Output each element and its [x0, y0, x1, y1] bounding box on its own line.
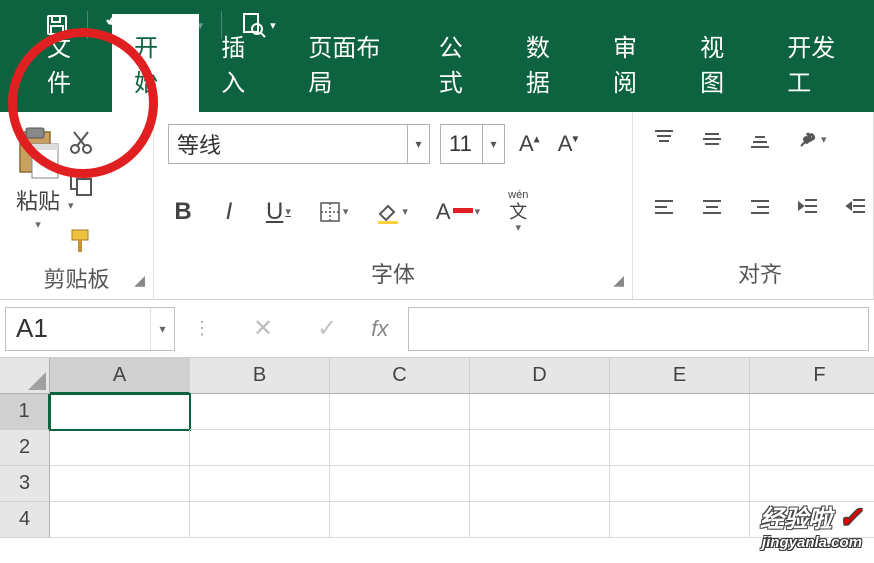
cell-E2[interactable] [610, 430, 750, 466]
col-header[interactable]: A [50, 358, 190, 394]
decrease-indent-icon[interactable] [791, 192, 825, 222]
chevron-down-icon[interactable]: ▾ [150, 308, 174, 350]
increase-font-icon[interactable]: A▴ [515, 131, 544, 157]
cell-B3[interactable] [190, 466, 330, 502]
align-group: ab▾ 对齐 [633, 112, 874, 299]
font-group-label: 字体 [371, 257, 415, 289]
bold-button[interactable]: B [168, 194, 198, 230]
tab-view[interactable]: 视图 [678, 14, 765, 112]
cell-F1[interactable] [750, 394, 874, 430]
format-painter-icon[interactable] [68, 228, 94, 254]
cell-F4[interactable] [750, 502, 874, 538]
align-right-icon[interactable] [743, 192, 777, 222]
copy-icon[interactable]: ▾ [68, 170, 94, 214]
confirm-icon[interactable]: ✓ [295, 314, 359, 343]
col-header[interactable]: D [470, 358, 610, 394]
phonetic-button[interactable]: wén文▾ [502, 186, 534, 238]
cell-C4[interactable] [330, 502, 470, 538]
italic-button[interactable]: I [214, 194, 244, 230]
tab-file[interactable]: 文件 [25, 14, 112, 112]
tab-data[interactable]: 数据 [504, 14, 591, 112]
col-header[interactable]: C [330, 358, 470, 394]
tab-layout[interactable]: 页面布局 [286, 14, 416, 112]
cell-E4[interactable] [610, 502, 750, 538]
dialog-launcher-icon[interactable]: ◢ [613, 272, 624, 289]
cell-B1[interactable] [190, 394, 330, 430]
cell-E1[interactable] [610, 394, 750, 430]
fill-color-button[interactable]: ▾ [370, 196, 414, 228]
paste-button[interactable]: 粘贴 ▾ [14, 126, 62, 231]
dialog-launcher-icon[interactable]: ◢ [134, 272, 145, 289]
cell-C3[interactable] [330, 466, 470, 502]
font-color-button[interactable]: A▾ [430, 195, 486, 229]
cell-B4[interactable] [190, 502, 330, 538]
name-box-value: A1 [16, 313, 48, 344]
align-middle-icon[interactable] [695, 124, 729, 154]
cell-A3[interactable] [50, 466, 190, 502]
tab-developer[interactable]: 开发工 [765, 14, 874, 112]
cell-C2[interactable] [330, 430, 470, 466]
cell-A4[interactable] [50, 502, 190, 538]
align-bottom-icon[interactable] [743, 124, 777, 154]
underline-button[interactable]: U▾ [260, 194, 297, 230]
cell-B2[interactable] [190, 430, 330, 466]
chevron-down-icon[interactable]: ▾ [35, 218, 41, 231]
clipboard-group: 粘贴 ▾ ▾ 剪贴板 ◢ [0, 112, 154, 299]
cancel-icon[interactable]: ✕ [231, 314, 295, 343]
row-header[interactable]: 1 [0, 394, 50, 430]
font-size-combo[interactable]: 11 ▾ [440, 124, 505, 164]
row-header[interactable]: 2 [0, 430, 50, 466]
font-name-value: 等线 [177, 128, 221, 160]
select-all-corner[interactable] [0, 358, 50, 394]
align-center-icon[interactable] [695, 192, 729, 222]
increase-indent-icon[interactable] [839, 192, 873, 222]
tab-formula[interactable]: 公式 [417, 14, 504, 112]
align-group-label: 对齐 [738, 257, 782, 289]
grip-icon: ⋮ [175, 318, 231, 339]
chevron-down-icon[interactable]: ▾ [407, 125, 429, 163]
clipboard-group-label: 剪贴板 [43, 262, 109, 294]
name-box[interactable]: A1 ▾ [5, 307, 175, 351]
cell-F3[interactable] [750, 466, 874, 502]
border-button[interactable]: ▾ [313, 197, 355, 227]
fx-icon[interactable]: fx [359, 316, 400, 342]
orientation-icon[interactable]: ab▾ [791, 124, 833, 154]
font-size-value: 11 [449, 131, 472, 157]
font-group: 等线 ▾ 11 ▾ A▴ A▾ B I U▾ ▾ ▾ A▾ wén文▾ 字体 ◢ [154, 112, 633, 299]
row-header[interactable]: 3 [0, 466, 50, 502]
paste-label: 粘贴 [16, 184, 60, 216]
decrease-font-icon[interactable]: A▾ [554, 131, 583, 157]
cell-D1[interactable] [470, 394, 610, 430]
cell-F2[interactable] [750, 430, 874, 466]
col-header[interactable]: B [190, 358, 330, 394]
align-left-icon[interactable] [647, 192, 681, 222]
cell-E3[interactable] [610, 466, 750, 502]
cell-A2[interactable] [50, 430, 190, 466]
cell-D4[interactable] [470, 502, 610, 538]
cell-D2[interactable] [470, 430, 610, 466]
tab-insert[interactable]: 插入 [199, 14, 286, 112]
cell-D3[interactable] [470, 466, 610, 502]
formula-input[interactable] [408, 307, 869, 351]
chevron-down-icon[interactable]: ▾ [482, 125, 504, 163]
tab-review[interactable]: 审阅 [591, 14, 678, 112]
cell-A1[interactable] [50, 394, 190, 430]
col-header[interactable]: F [750, 358, 874, 394]
col-header[interactable]: E [610, 358, 750, 394]
cell-C1[interactable] [330, 394, 470, 430]
redo-icon[interactable]: ▾ [164, 14, 204, 36]
align-top-icon[interactable] [647, 124, 681, 154]
row-header[interactable]: 4 [0, 502, 50, 538]
font-name-combo[interactable]: 等线 ▾ [168, 124, 430, 164]
cut-icon[interactable] [68, 130, 94, 156]
